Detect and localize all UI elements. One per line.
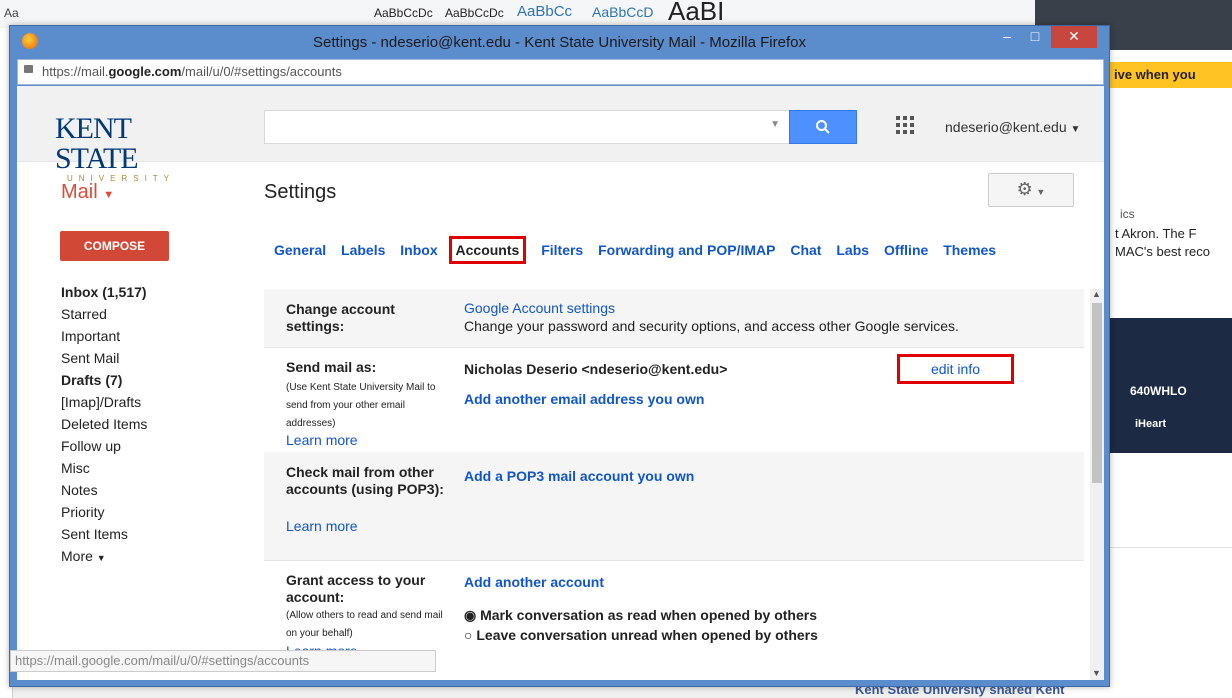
style-normal[interactable]: AaBbCcDc bbox=[374, 6, 433, 20]
settings-row-check-mail: Check mail from other accounts (using PO… bbox=[264, 452, 1084, 561]
add-another-account-link[interactable]: Add another account bbox=[464, 574, 604, 590]
sidebar-item-priority[interactable]: Priority bbox=[61, 501, 147, 523]
search-icon bbox=[816, 120, 830, 134]
sidebar-item-inbox[interactable]: Inbox (1,517) bbox=[61, 281, 147, 303]
page-content: KENT STATE UNIVERSITY ▼ ndeserio@kent.ed… bbox=[17, 86, 1104, 680]
radio-unselected-icon: ○ bbox=[464, 627, 473, 643]
row-sublabel: (Allow others to read and send mail on y… bbox=[286, 610, 443, 639]
row-label: Check mail from other accounts (using PO… bbox=[286, 464, 444, 497]
title-bar[interactable]: Settings - ndeserio@kent.edu - Kent Stat… bbox=[10, 26, 1109, 58]
sidebar-item-misc[interactable]: Misc bbox=[61, 457, 147, 479]
chevron-down-icon: ▼ bbox=[1036, 187, 1046, 197]
radio-ad-logo: 640WHLO bbox=[1130, 384, 1187, 398]
account-menu[interactable]: ndeserio@kent.edu ▼ bbox=[945, 119, 1080, 135]
scrollbar[interactable]: ▲ ▼ bbox=[1090, 289, 1104, 680]
sidebar-item-notes[interactable]: Notes bbox=[61, 479, 147, 501]
sidebar-item-more[interactable]: More ▼ bbox=[61, 545, 147, 567]
sidebar-item-sent-items[interactable]: Sent Items bbox=[61, 523, 147, 545]
logo-text: KENT STATE bbox=[55, 112, 139, 175]
tab-themes[interactable]: Themes bbox=[943, 238, 996, 262]
kent-state-logo[interactable]: KENT STATE UNIVERSITY bbox=[55, 112, 215, 184]
radio-selected-icon: ◉ bbox=[464, 607, 477, 623]
row-label: Grant access to your account: bbox=[286, 572, 426, 605]
mail-menu[interactable]: Mail ▼ bbox=[61, 181, 114, 204]
sidebar-item-important[interactable]: Important bbox=[61, 325, 147, 347]
style-title[interactable]: AaBI bbox=[668, 0, 724, 27]
iheart-logo: iHeart bbox=[1135, 418, 1167, 430]
tab-accounts[interactable]: Accounts bbox=[448, 236, 527, 264]
gmail-header: KENT STATE UNIVERSITY ▼ ndeserio@kent.ed… bbox=[17, 86, 1104, 183]
add-email-address-link[interactable]: Add another email address you own bbox=[464, 391, 704, 407]
scroll-up-icon[interactable]: ▲ bbox=[1092, 289, 1101, 299]
status-url-bar: https://mail.google.com/mail/u/0/#settin… bbox=[10, 650, 436, 672]
sidebar-item-starred[interactable]: Starred bbox=[61, 303, 147, 325]
row-sublabel: (Use Kent State University Mail to send … bbox=[286, 382, 436, 429]
bg-divider bbox=[1110, 547, 1232, 578]
tab-forwarding[interactable]: Forwarding and POP/IMAP bbox=[598, 238, 775, 262]
learn-more-link[interactable]: Learn more bbox=[286, 518, 358, 534]
send-as-address: Nicholas Deserio <ndeserio@kent.edu> bbox=[464, 361, 728, 377]
maximize-icon[interactable]: □ bbox=[1022, 26, 1048, 48]
tab-filters[interactable]: Filters bbox=[541, 238, 583, 262]
apps-grid-icon[interactable] bbox=[896, 116, 914, 134]
sidebar-item-drafts[interactable]: Drafts (7) bbox=[61, 369, 147, 391]
address-bar[interactable]: https://mail.google.com/mail/u/0/#settin… bbox=[17, 59, 1104, 85]
scroll-down-icon[interactable]: ▼ bbox=[1092, 668, 1101, 678]
radio-ad[interactable]: 640WHLO iHeart bbox=[1110, 318, 1232, 453]
chevron-down-icon: ▼ bbox=[96, 553, 106, 563]
scrollbar-thumb[interactable] bbox=[1092, 303, 1102, 483]
sidebar-folder-list: Inbox (1,517) Starred Important Sent Mai… bbox=[61, 281, 147, 567]
close-icon[interactable]: ✕ bbox=[1051, 26, 1097, 48]
row-label: Send mail as: bbox=[286, 359, 377, 375]
row-description: Change your password and security option… bbox=[464, 318, 959, 334]
style-heading1[interactable]: AaBbCc bbox=[517, 3, 572, 20]
lock-icon bbox=[24, 65, 33, 73]
sidebar-item-follow-up[interactable]: Follow up bbox=[61, 435, 147, 457]
window-title: Settings - ndeserio@kent.edu - Kent Stat… bbox=[313, 34, 806, 51]
settings-row-send-mail-as: Send mail as: (Use Kent State University… bbox=[264, 347, 1084, 453]
tab-chat[interactable]: Chat bbox=[790, 238, 821, 262]
tab-labels[interactable]: Labels bbox=[341, 238, 385, 262]
add-pop3-account-link[interactable]: Add a POP3 mail account you own bbox=[464, 468, 694, 484]
url-text: https://mail.google.com/mail/u/0/#settin… bbox=[42, 64, 342, 79]
font-size-control[interactable]: Aa bbox=[4, 6, 19, 20]
tab-general[interactable]: General bbox=[274, 238, 326, 262]
bg-text: t Akron. The F bbox=[1115, 226, 1197, 241]
bg-text: ics bbox=[1120, 207, 1135, 221]
sidebar-item-sent-mail[interactable]: Sent Mail bbox=[61, 347, 147, 369]
tab-labs[interactable]: Labs bbox=[836, 238, 869, 262]
radio-leave-unread[interactable]: ○ Leave conversation unread when opened … bbox=[464, 627, 818, 643]
chevron-down-icon: ▼ bbox=[103, 189, 115, 201]
style-heading2[interactable]: AaBbCcD bbox=[592, 4, 653, 20]
background-banner: ive when you bbox=[1110, 62, 1232, 88]
firefox-window: Settings - ndeserio@kent.edu - Kent Stat… bbox=[9, 25, 1110, 687]
google-account-settings-link[interactable]: Google Account settings bbox=[464, 300, 615, 316]
compose-button[interactable]: COMPOSE bbox=[60, 231, 169, 261]
tab-inbox[interactable]: Inbox bbox=[400, 238, 437, 262]
search-options-icon[interactable]: ▼ bbox=[770, 119, 780, 130]
settings-tabs: General Labels Inbox Accounts Filters Fo… bbox=[274, 236, 1054, 264]
search-input[interactable]: ▼ bbox=[264, 110, 791, 144]
accounts-settings-panel: Change account settings: Google Account … bbox=[264, 289, 1084, 680]
edit-info-link[interactable]: edit info bbox=[897, 354, 1014, 384]
bg-text: MAC's best reco bbox=[1115, 244, 1210, 259]
settings-gear-button[interactable]: ⚙ ▼ bbox=[988, 173, 1074, 207]
gear-icon: ⚙ bbox=[1016, 179, 1033, 199]
page-title: Settings bbox=[264, 181, 337, 203]
sidebar-item-imap-drafts[interactable]: [Imap]/Drafts bbox=[61, 391, 147, 413]
sidebar-item-deleted-items[interactable]: Deleted Items bbox=[61, 413, 147, 435]
radio-mark-read[interactable]: ◉ Mark conversation as read when opened … bbox=[464, 607, 817, 624]
row-label: Change account settings: bbox=[286, 301, 395, 334]
settings-row-change-account: Change account settings: Google Account … bbox=[264, 289, 1084, 348]
tab-offline[interactable]: Offline bbox=[884, 238, 928, 262]
learn-more-link[interactable]: Learn more bbox=[286, 432, 358, 448]
chevron-down-icon: ▼ bbox=[1070, 124, 1081, 135]
search-button[interactable] bbox=[789, 110, 857, 144]
minimize-icon[interactable]: – bbox=[994, 26, 1020, 48]
style-nospacing[interactable]: AaBbCcDc bbox=[445, 6, 504, 20]
